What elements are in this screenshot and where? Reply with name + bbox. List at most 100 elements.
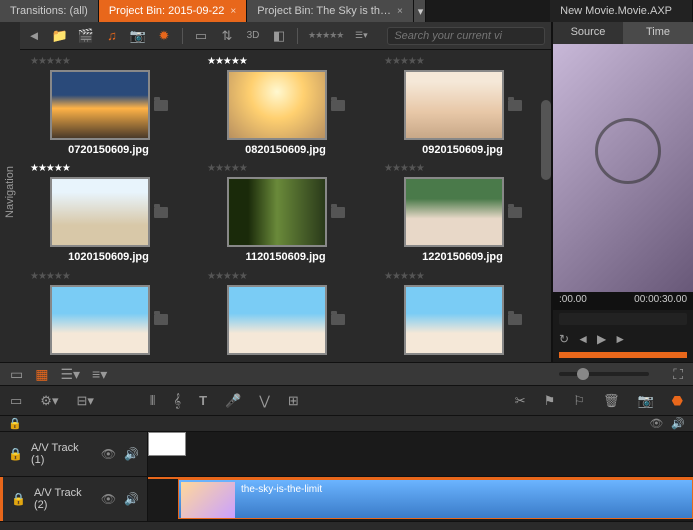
track-header-icons: 🔒 👁 🔊 [0,416,693,432]
filename: 0920150609.jpg [422,144,503,156]
back-icon[interactable]: ◄ [26,28,42,44]
eye-all-icon[interactable]: 👁 [649,417,663,430]
effect-icon[interactable]: ✹ [156,28,172,44]
lock-icon[interactable]: 🔒 [11,492,26,506]
preview-scrubber[interactable] [559,313,687,325]
music-icon[interactable]: 𝄞 [173,393,181,409]
media-item[interactable]: ★★★★★1120150609.jpg [207,163,364,264]
grid-view-icon[interactable]: ▦ [35,366,48,383]
scrollbar[interactable] [541,100,551,180]
rating: ★★★★★ [207,56,247,68]
tab-transitions[interactable]: Transitions: (all) [0,0,99,22]
speaker-icon[interactable]: 🔊 [124,492,139,506]
play-icon[interactable]: ▶ [597,332,606,346]
delete-icon[interactable]: 🗑 [603,393,620,409]
expand-icon[interactable]: ⛶ [673,366,683,383]
media-item[interactable]: ★★★★★0720150609.jpg [30,56,187,157]
timeline-tab[interactable]: Time [623,22,693,44]
marker-icon[interactable]: ⋁ [259,393,270,409]
media-item[interactable]: ★★★★★ 0920150609.jpg [384,56,541,157]
folder-badge-icon [508,100,522,111]
details-view-icon[interactable]: ≡▾ [92,366,107,383]
folder-badge-icon [331,314,345,325]
rating: ★★★★★ [30,163,70,175]
photo-icon[interactable]: 📷 [130,28,146,44]
tab-overflow[interactable]: ▾ [414,0,426,22]
rating: ★★★★★ [384,56,424,68]
speaker-all-icon[interactable]: 🔊 [671,417,685,430]
tool-storyboard-icon[interactable]: ▭ [10,393,22,409]
multicam-icon[interactable]: ⊞ [288,393,299,409]
marker-add-icon[interactable]: ⬣ [672,393,683,409]
title-icon[interactable]: T [199,393,207,408]
folder-icon[interactable]: ▭ [193,28,209,44]
thumbnail-grid: ★★★★★0720150609.jpg ★★★★★0820150609.jpg … [20,50,551,362]
list-view-icon[interactable]: ☰▾ [60,366,80,383]
folder-badge-icon [331,207,345,218]
zoom-slider[interactable] [559,372,649,376]
track-header[interactable]: 🔒 A/V Track (2) 👁 🔊 [0,477,148,521]
source-tab[interactable]: Source [553,22,623,44]
speaker-icon[interactable]: 🔊 [124,447,139,461]
tool-settings-icon[interactable]: ⚙▾ [40,393,58,409]
storyboard-icon[interactable]: ▭ [10,366,23,383]
thumbnail [404,177,504,247]
filter-dropdown-icon[interactable]: ☰▾ [353,28,369,44]
lock-icon[interactable]: 🔒 [8,447,23,461]
rating: ★★★★★ [384,163,424,175]
track-header[interactable]: 🔒 A/V Track (1) 👁 🔊 [0,432,148,476]
search-input[interactable] [387,27,545,45]
thumbnail [227,285,327,355]
clip[interactable] [148,432,186,456]
loop-icon[interactable]: ↻ [559,332,569,346]
razor-icon[interactable]: ✂ [515,393,526,409]
rating: ★★★★★ [384,271,424,283]
close-tab-icon[interactable]: × [230,6,236,17]
tab-bin-active[interactable]: Project Bin: 2015-09-22× [99,0,247,22]
folder-badge-icon [508,314,522,325]
media-item[interactable]: ★★★★★ [207,271,364,356]
filename: 0820150609.jpg [245,144,326,156]
thumbnail [50,177,150,247]
nav-label: Navigation [4,166,16,218]
media-item[interactable]: ★★★★★ [30,271,187,356]
project-title: New Movie.Movie.AXP [550,0,693,22]
media-item[interactable]: ★★★★★ [384,271,541,356]
sort-icon[interactable]: ⇅ [219,28,235,44]
thumbnail [404,70,504,140]
preview-controls: ↻ ◄ ▶ ► [553,328,693,350]
clip[interactable]: the-sky-is-the-limit [178,479,693,519]
rating: ★★★★★ [207,163,247,175]
preview-range[interactable] [559,352,687,358]
media-item[interactable]: ★★★★★ 0820150609.jpg [207,56,364,157]
voice-icon[interactable]: 🎤 [225,393,241,409]
track-body[interactable]: the-sky-is-the-limit [148,477,693,521]
folder-badge-icon [154,207,168,218]
rating-filter[interactable]: ★★★★★ [308,30,343,41]
media-item[interactable]: ★★★★★1220150609.jpg [384,163,541,264]
snapshot-icon[interactable]: 📷 [637,393,653,409]
clip-thumbnail [181,482,235,518]
tool-snap-icon[interactable]: ⊟▾ [76,393,93,409]
media-item[interactable]: ★★★★★1020150609.jpg [30,163,187,264]
mark-in-icon[interactable]: ⚑ [544,393,556,409]
track-body[interactable] [148,432,693,476]
prev-frame-icon[interactable]: ◄ [577,332,589,346]
lock-all-icon[interactable]: 🔒 [8,417,22,430]
track-row: 🔒 A/V Track (1) 👁 🔊 [0,432,693,477]
tab-bin[interactable]: Project Bin: The Sky is th…× [247,0,414,22]
mark-out-icon[interactable]: ⚐ [573,393,585,409]
tag-icon[interactable]: ◧ [271,28,287,44]
next-frame-icon[interactable]: ► [614,332,626,346]
tab-bar: Transitions: (all) Project Bin: 2015-09-… [0,0,693,22]
close-tab-icon[interactable]: × [397,6,403,17]
audio-icon[interactable]: ♫ [104,28,120,44]
navigation-strip[interactable]: Navigation [0,22,20,362]
track-label: A/V Track (2) [34,487,93,511]
view-3d[interactable]: 3D [245,28,261,44]
audio-meter-icon[interactable]: ⫴ [150,393,155,409]
video-icon[interactable]: 🎬 [78,28,94,44]
eye-icon[interactable]: 👁 [101,447,116,461]
bin-icon[interactable]: 📁 [52,28,68,44]
eye-icon[interactable]: 👁 [101,492,116,506]
